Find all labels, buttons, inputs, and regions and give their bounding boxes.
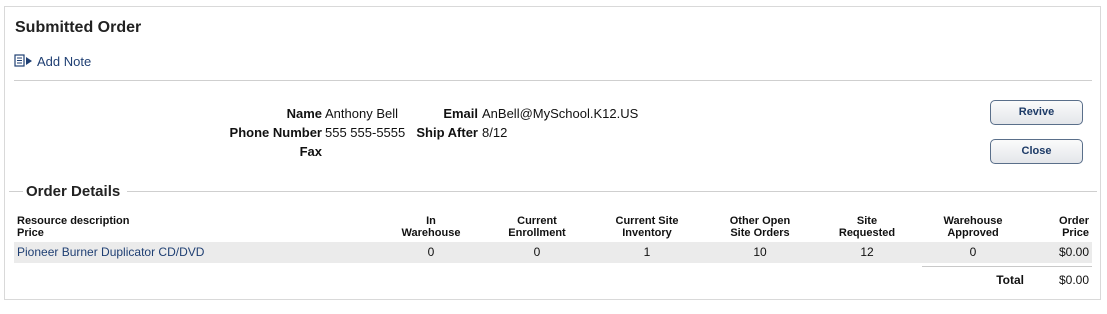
ship-after-value: 8/12 [482,125,508,140]
add-note-label: Add Note [37,54,92,69]
cell-site-requested: 12 [860,245,874,259]
phone-value: 555 555-5555 [325,125,406,140]
fax-label: Fax [299,144,322,159]
email-value: AnBell@MySchool.K12.US [482,106,639,121]
col-header-current-enrollment: Current Enrollment [508,215,566,239]
col-header-site-inventory: Current Site Inventory [615,215,679,239]
col-header-site-requested: Site Requested [838,215,896,239]
ship-after-label: Ship After [416,125,478,140]
phone-label: Phone Number [229,125,322,140]
note-arrow-icon [14,53,34,68]
total-label: Total [996,273,1024,287]
col-header-warehouse-approved: Warehouse Approved [943,215,1003,239]
cell-site-inventory: 1 [643,245,651,259]
name-value: Anthony Bell [325,106,398,121]
cell-in-warehouse: 0 [427,245,435,259]
total-value: $0.00 [1058,273,1089,287]
cell-warehouse-approved: 0 [969,245,977,259]
cell-order-price: $0.00 [1058,245,1089,259]
revive-button[interactable]: Revive [990,100,1083,125]
col-header-in-warehouse: In Warehouse [401,215,461,239]
col-header-order-price: Order Price [1059,215,1089,239]
cell-other-open: 10 [753,245,767,259]
resource-link[interactable]: Pioneer Burner Duplicator CD/DVD [17,245,204,259]
col-header-other-open: Other Open Site Orders [729,215,791,239]
total-divider [922,266,1092,267]
cell-current-enrollment: 0 [533,245,541,259]
name-label: Name [286,106,322,121]
col-header-resource: Resource description Price [17,215,130,239]
legend-rule-right [127,191,1097,192]
order-details-legend: Order Details [25,183,122,200]
legend-rule-left [9,191,23,192]
email-label: Email [443,106,478,121]
page-title: Submitted Order [15,19,142,36]
add-note-link[interactable]: Add Note [14,52,91,69]
close-button[interactable]: Close [990,139,1083,164]
header-divider [14,80,1092,81]
